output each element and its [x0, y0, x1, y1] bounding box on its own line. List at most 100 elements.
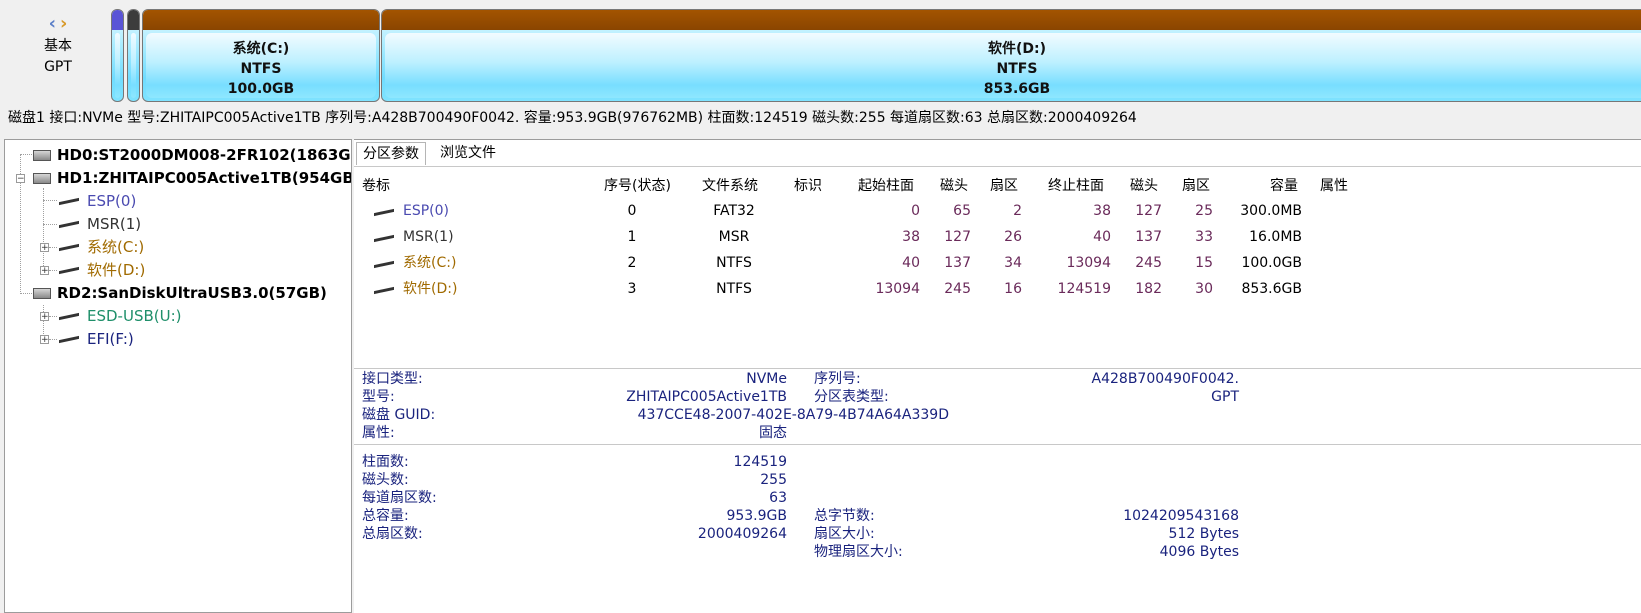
previous-disk-icon[interactable]: ‹: [49, 13, 56, 34]
detail-panel: 分区参数 浏览文件 卷标 序号(状态) 文件系统 标识 起始柱面 磁头 扇区 终…: [354, 139, 1641, 613]
tree-partition-msr[interactable]: MSR(1): [59, 213, 141, 235]
sectors-per-track-value: 63: [769, 490, 787, 506]
tree-partition-label: 软件(D:): [87, 261, 146, 279]
heads-label: 磁头数:: [362, 472, 409, 488]
partition-block-esp[interactable]: [111, 9, 124, 102]
row-end-cyl: 124519: [1057, 281, 1111, 297]
tab-bar: 分区参数 浏览文件: [354, 140, 1641, 167]
col-header-fs[interactable]: 文件系统: [702, 177, 758, 195]
tree-partition-c[interactable]: 系统(C:): [59, 236, 144, 258]
expand-icon[interactable]: +: [40, 335, 49, 345]
hard-disk-icon: [33, 173, 51, 184]
col-header-end-head[interactable]: 磁头: [1130, 177, 1158, 195]
table-row[interactable]: ESP(0) 0 FAT32 0 65 2 38 127 25 300.0MB: [354, 201, 1641, 225]
col-header-size[interactable]: 容量: [1270, 177, 1298, 195]
physical-sector-size-value: 4096 Bytes: [1159, 544, 1239, 560]
table-row[interactable]: 系统(C:) 2 NTFS 40 137 34 13094 245 15 100.0GB: [354, 253, 1641, 277]
tree-partition-label: ESP(0): [87, 192, 137, 210]
expand-icon[interactable]: +: [40, 266, 49, 276]
row-label: MSR(1): [403, 229, 454, 245]
usb-disk-icon: [33, 288, 51, 299]
col-header-start-cyl[interactable]: 起始柱面: [858, 177, 914, 195]
disk-guid-label: 磁盘 GUID:: [362, 407, 436, 423]
tab-partition-params[interactable]: 分区参数: [356, 142, 426, 165]
tree-disk-rd2[interactable]: RD2:SanDiskUltraUSB3.0(57GB): [33, 282, 327, 304]
tree-partition-esd-usb[interactable]: ESD-USB(U:): [59, 305, 182, 327]
row-size: 16.0MB: [1249, 229, 1302, 245]
partition-name: 系统(C:): [232, 41, 290, 57]
partition-icon: [59, 266, 79, 275]
row-index: 2: [627, 255, 637, 271]
table-row[interactable]: 软件(D:) 3 NTFS 13094 245 16 124519 182 30 853.6GB: [354, 279, 1641, 303]
partition-block-msr[interactable]: [127, 9, 140, 102]
col-header-end-cyl[interactable]: 终止柱面: [1048, 177, 1104, 195]
serial-label: 序列号:: [814, 371, 861, 387]
tree-partition-esp[interactable]: ESP(0): [59, 190, 136, 212]
row-index: 3: [627, 281, 637, 297]
col-header-label[interactable]: 卷标: [362, 177, 390, 195]
tree-disk-hd0[interactable]: HD0:ST2000DM008-2FR102(1863GB): [33, 144, 352, 166]
tree-disk-hd1[interactable]: HD1:ZHITAIPC005Active1TB(954GB): [33, 167, 351, 189]
row-size: 300.0MB: [1240, 203, 1302, 219]
row-end-sec: 33: [1195, 229, 1213, 245]
total-sectors-value: 2000409264: [697, 526, 787, 542]
col-header-end-sec[interactable]: 扇区: [1182, 177, 1210, 195]
row-end-cyl: 38: [1093, 203, 1111, 219]
total-capacity-value: 953.9GB: [726, 508, 787, 524]
row-end-head: 137: [1135, 229, 1162, 245]
total-sectors-label: 总扇区数:: [362, 526, 423, 542]
disk-info-line: 磁盘1 接口:NVMe 型号:ZHITAIPC005Active1TB 序列号:…: [8, 110, 1137, 126]
row-start-head: 127: [944, 229, 971, 245]
tree-disk-label: HD0:ST2000DM008-2FR102(1863GB): [57, 146, 352, 164]
physical-sector-size-label: 物理扇区大小:: [814, 544, 903, 560]
tree-partition-label: 系统(C:): [87, 238, 145, 256]
heads-value: 255: [760, 472, 787, 488]
tab-browse-files[interactable]: 浏览文件: [434, 142, 502, 164]
disk-guid-value: 437CCE48-2007-402E-8A79-4B74A64A339D: [637, 407, 949, 423]
col-header-attr[interactable]: 属性: [1320, 177, 1348, 195]
partition-icon: [59, 312, 79, 321]
row-size: 853.6GB: [1241, 281, 1302, 297]
expand-icon[interactable]: +: [40, 243, 49, 253]
partition-size: 100.0GB: [227, 81, 295, 97]
disk-tree[interactable]: HD0:ST2000DM008-2FR102(1863GB) − HD1:ZHI…: [4, 139, 352, 613]
tree-disk-label: RD2:SanDiskUltraUSB3.0(57GB): [57, 284, 327, 302]
row-start-cyl: 13094: [875, 281, 920, 297]
partition-block-c[interactable]: 系统(C:) NTFS 100.0GB: [142, 9, 380, 102]
col-header-index[interactable]: 序号(状态): [604, 177, 671, 195]
tree-partition-label: MSR(1): [87, 215, 142, 233]
col-header-start-sec[interactable]: 扇区: [990, 177, 1018, 195]
tree-partition-label: ESD-USB(U:): [87, 307, 182, 325]
row-start-cyl: 38: [902, 229, 920, 245]
partition-icon: [374, 234, 394, 243]
disk-type-label: ‹ › 基本 GPT: [8, 10, 108, 78]
table-row[interactable]: MSR(1) 1 MSR 38 127 26 40 137 33 16.0MB: [354, 227, 1641, 251]
row-start-cyl: 0: [911, 203, 920, 219]
row-start-head: 137: [944, 255, 971, 271]
interface-value: NVMe: [746, 371, 787, 387]
model-label: 型号:: [362, 389, 395, 405]
row-start-sec: 16: [1004, 281, 1022, 297]
partition-icon: [374, 260, 394, 269]
col-header-start-head[interactable]: 磁头: [940, 177, 968, 195]
partition-size: 853.6GB: [983, 81, 1051, 97]
partition-block-d[interactable]: 软件(D:) NTFS 853.6GB: [381, 9, 1641, 102]
disk-style-label: 基本: [44, 38, 72, 54]
row-end-head: 127: [1135, 203, 1162, 219]
interface-label: 接口类型:: [362, 371, 423, 387]
partition-fs: NTFS: [996, 61, 1038, 77]
row-end-head: 182: [1135, 281, 1162, 297]
expand-icon[interactable]: +: [40, 312, 49, 322]
sector-size-label: 扇区大小:: [814, 526, 875, 542]
tree-partition-efi[interactable]: EFI(F:): [59, 328, 134, 350]
partition-icon: [374, 208, 394, 217]
col-header-id[interactable]: 标识: [794, 177, 822, 195]
collapse-icon[interactable]: −: [16, 174, 25, 184]
next-disk-icon[interactable]: ›: [60, 13, 67, 34]
row-index: 1: [627, 229, 637, 245]
row-end-cyl: 40: [1093, 229, 1111, 245]
row-fs: MSR: [718, 229, 750, 245]
tree-partition-d[interactable]: 软件(D:): [59, 259, 145, 281]
partition-table-label: GPT: [44, 59, 72, 75]
sector-size-value: 512 Bytes: [1168, 526, 1239, 542]
